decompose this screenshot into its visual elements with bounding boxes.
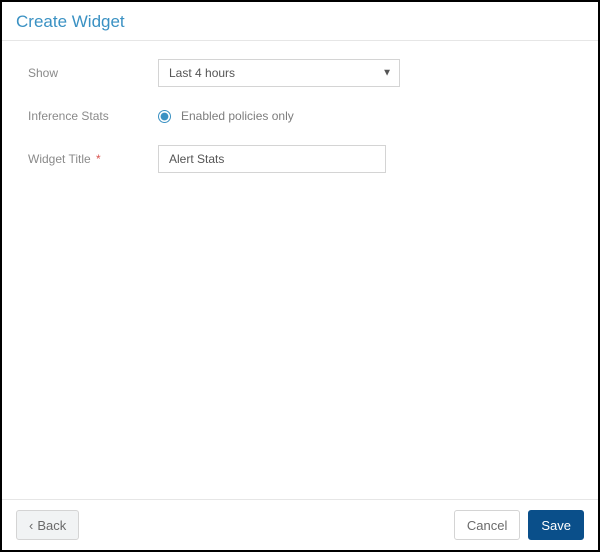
- widget-title-input[interactable]: [158, 145, 386, 173]
- save-button-label: Save: [541, 518, 571, 533]
- dialog-frame: Create Widget Show Last 4 hours ▼ Infere…: [0, 0, 600, 552]
- save-button[interactable]: Save: [528, 510, 584, 540]
- footer-right: Cancel Save: [454, 510, 584, 540]
- show-select-wrap: Last 4 hours ▼: [158, 59, 400, 87]
- inference-stats-radio[interactable]: [158, 110, 171, 123]
- show-select[interactable]: Last 4 hours: [158, 59, 400, 87]
- page-title: Create Widget: [16, 12, 584, 32]
- row-inference-stats: Inference Stats Enabled policies only: [28, 109, 572, 123]
- back-button-label: Back: [37, 518, 66, 533]
- cancel-button-label: Cancel: [467, 518, 507, 533]
- chevron-left-icon: ‹: [29, 519, 33, 532]
- show-label: Show: [28, 66, 158, 80]
- dialog-footer: ‹ Back Cancel Save: [2, 499, 598, 550]
- required-mark: *: [96, 152, 101, 166]
- cancel-button[interactable]: Cancel: [454, 510, 520, 540]
- back-button[interactable]: ‹ Back: [16, 510, 79, 540]
- row-widget-title: Widget Title *: [28, 145, 572, 173]
- widget-title-label-text: Widget Title: [28, 152, 91, 166]
- row-show: Show Last 4 hours ▼: [28, 59, 572, 87]
- inference-stats-option[interactable]: Enabled policies only: [158, 109, 294, 123]
- widget-title-label: Widget Title *: [28, 152, 158, 166]
- inference-stats-option-label: Enabled policies only: [181, 109, 294, 123]
- inference-stats-label: Inference Stats: [28, 109, 158, 123]
- dialog-body: Show Last 4 hours ▼ Inference Stats Enab…: [2, 41, 598, 499]
- dialog-header: Create Widget: [2, 2, 598, 41]
